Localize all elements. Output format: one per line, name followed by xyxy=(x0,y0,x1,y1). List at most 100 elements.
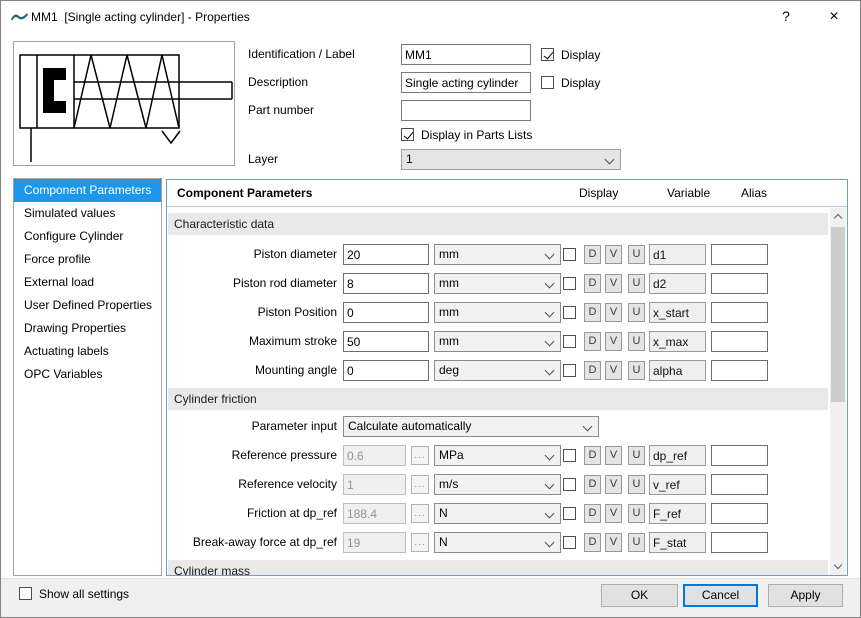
parameter-value-input[interactable] xyxy=(343,244,429,265)
display-d-button[interactable]: D xyxy=(584,361,601,380)
help-button[interactable]: ? xyxy=(767,1,805,32)
display-u-button[interactable]: U xyxy=(628,361,645,380)
variable-name-field[interactable] xyxy=(649,445,706,466)
scroll-down-button[interactable] xyxy=(830,558,846,575)
variable-name-field[interactable] xyxy=(649,474,706,495)
parameter-value-input[interactable] xyxy=(343,331,429,352)
unit-dropdown[interactable]: mm xyxy=(434,244,561,265)
display-u-button[interactable]: U xyxy=(628,475,645,494)
parameter-value-input[interactable] xyxy=(343,273,429,294)
identification-input[interactable] xyxy=(401,44,531,65)
variable-name-field[interactable] xyxy=(649,273,706,294)
unit-dropdown[interactable]: MPa xyxy=(434,445,561,466)
parameter-value-input[interactable] xyxy=(343,532,406,553)
alias-field[interactable] xyxy=(711,244,768,265)
alias-field[interactable] xyxy=(711,532,768,553)
alias-field[interactable] xyxy=(711,503,768,524)
variable-name-field[interactable] xyxy=(649,302,706,323)
unit-dropdown[interactable]: m/s xyxy=(434,474,561,495)
identification-display-checkbox[interactable] xyxy=(541,48,554,61)
display-v-button[interactable]: V xyxy=(605,475,622,494)
ellipsis-button[interactable]: ... xyxy=(411,475,429,494)
display-u-button[interactable]: U xyxy=(628,446,645,465)
variable-name-field[interactable] xyxy=(649,360,706,381)
display-d-button[interactable]: D xyxy=(584,303,601,322)
display-d-button[interactable]: D xyxy=(584,533,601,552)
sidebar-item[interactable]: Configure Cylinder xyxy=(14,225,161,248)
display-checkbox[interactable] xyxy=(563,277,576,290)
display-v-button[interactable]: V xyxy=(605,504,622,523)
display-checkbox[interactable] xyxy=(563,449,576,462)
display-checkbox[interactable] xyxy=(563,536,576,549)
display-d-button[interactable]: D xyxy=(584,332,601,351)
parameter-choice-dropdown[interactable]: Calculate automatically xyxy=(343,416,599,437)
display-u-button[interactable]: U xyxy=(628,504,645,523)
unit-dropdown[interactable]: mm xyxy=(434,273,561,294)
display-u-button[interactable]: U xyxy=(628,533,645,552)
unit-dropdown[interactable]: mm xyxy=(434,302,561,323)
sidebar-item[interactable]: Force profile xyxy=(14,248,161,271)
alias-field[interactable] xyxy=(711,331,768,352)
ellipsis-button[interactable]: ... xyxy=(411,504,429,523)
display-d-button[interactable]: D xyxy=(584,245,601,264)
parameter-value-input[interactable] xyxy=(343,474,406,495)
display-u-button[interactable]: U xyxy=(628,245,645,264)
display-checkbox[interactable] xyxy=(563,248,576,261)
alias-field[interactable] xyxy=(711,474,768,495)
parameter-value-input[interactable] xyxy=(343,445,406,466)
ok-button[interactable]: OK xyxy=(601,584,678,607)
apply-button[interactable]: Apply xyxy=(768,584,843,607)
show-all-settings-checkbox[interactable] xyxy=(19,587,32,600)
part-number-input[interactable] xyxy=(401,100,531,121)
sidebar-item[interactable]: Simulated values xyxy=(14,202,161,225)
parameter-value-input[interactable] xyxy=(343,302,429,323)
display-d-button[interactable]: D xyxy=(584,446,601,465)
variable-name-field[interactable] xyxy=(649,503,706,524)
display-v-button[interactable]: V xyxy=(605,533,622,552)
scrollbar-thumb[interactable] xyxy=(831,227,845,402)
sidebar-item[interactable]: Component Parameters xyxy=(14,179,161,202)
unit-dropdown[interactable]: deg xyxy=(434,360,561,381)
display-checkbox[interactable] xyxy=(563,507,576,520)
sidebar-item[interactable]: External load xyxy=(14,271,161,294)
display-checkbox[interactable] xyxy=(563,335,576,348)
display-v-button[interactable]: V xyxy=(605,274,622,293)
display-v-button[interactable]: V xyxy=(605,446,622,465)
variable-name-field[interactable] xyxy=(649,532,706,553)
display-u-button[interactable]: U xyxy=(628,332,645,351)
display-d-button[interactable]: D xyxy=(584,475,601,494)
unit-dropdown[interactable]: N xyxy=(434,503,561,524)
display-v-button[interactable]: V xyxy=(605,361,622,380)
display-checkbox[interactable] xyxy=(563,478,576,491)
unit-dropdown[interactable]: mm xyxy=(434,331,561,352)
variable-name-field[interactable] xyxy=(649,244,706,265)
parts-list-checkbox[interactable] xyxy=(401,128,414,141)
vertical-scrollbar[interactable] xyxy=(830,208,846,575)
alias-field[interactable] xyxy=(711,445,768,466)
display-v-button[interactable]: V xyxy=(605,303,622,322)
sidebar-item[interactable]: Drawing Properties xyxy=(14,317,161,340)
alias-field[interactable] xyxy=(711,302,768,323)
display-d-button[interactable]: D xyxy=(584,504,601,523)
display-d-button[interactable]: D xyxy=(584,274,601,293)
alias-field[interactable] xyxy=(711,273,768,294)
description-input[interactable] xyxy=(401,72,531,93)
description-display-checkbox[interactable] xyxy=(541,76,554,89)
parameter-value-input[interactable] xyxy=(343,503,406,524)
display-checkbox[interactable] xyxy=(563,364,576,377)
sidebar-item[interactable]: User Defined Properties xyxy=(14,294,161,317)
display-u-button[interactable]: U xyxy=(628,274,645,293)
sidebar-item[interactable]: Actuating labels xyxy=(14,340,161,363)
cancel-button[interactable]: Cancel xyxy=(683,584,758,607)
ellipsis-button[interactable]: ... xyxy=(411,533,429,552)
display-v-button[interactable]: V xyxy=(605,332,622,351)
sidebar-item[interactable]: OPC Variables xyxy=(14,363,161,386)
unit-dropdown[interactable]: N xyxy=(434,532,561,553)
variable-name-field[interactable] xyxy=(649,331,706,352)
display-u-button[interactable]: U xyxy=(628,303,645,322)
parameter-value-input[interactable] xyxy=(343,360,429,381)
display-checkbox[interactable] xyxy=(563,306,576,319)
ellipsis-button[interactable]: ... xyxy=(411,446,429,465)
alias-field[interactable] xyxy=(711,360,768,381)
close-button[interactable]: × xyxy=(815,1,853,32)
